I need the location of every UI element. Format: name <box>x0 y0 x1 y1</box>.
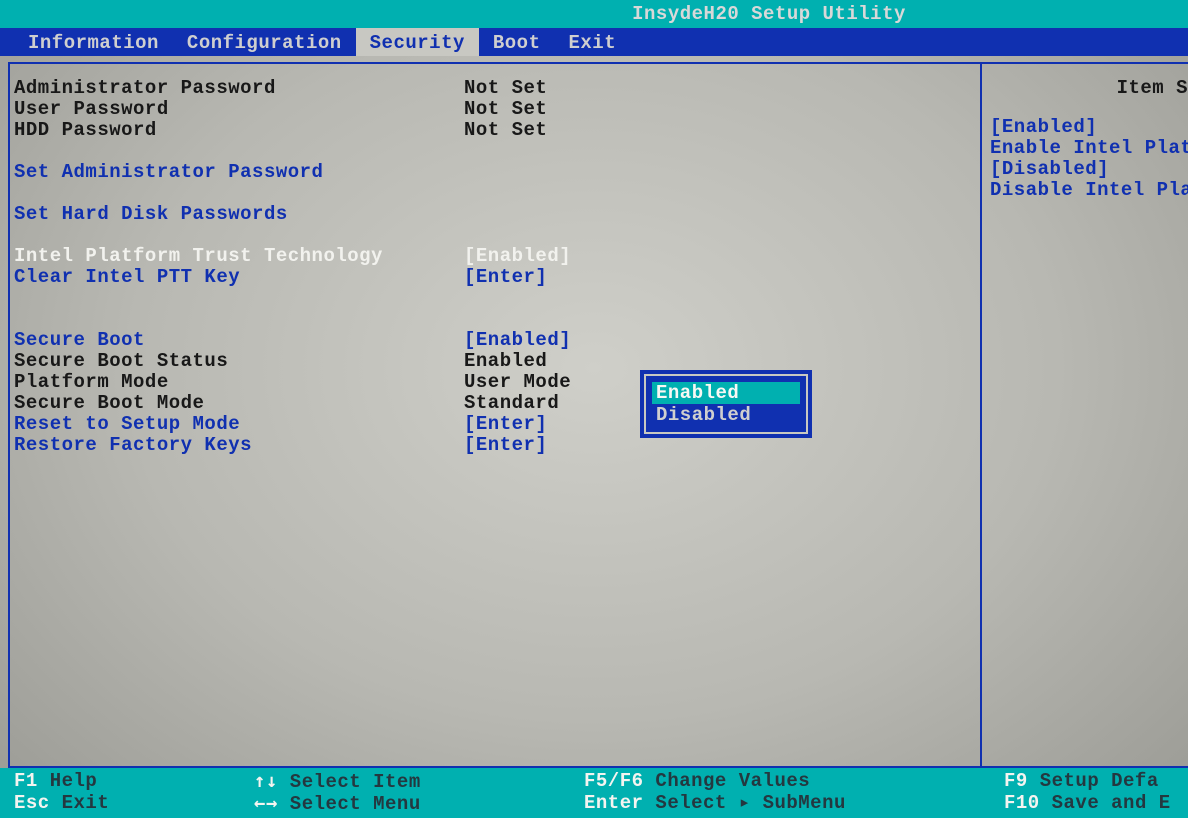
tab-exit[interactable]: Exit <box>554 28 630 56</box>
key-leftright: ←→ <box>254 792 278 814</box>
tab-security[interactable]: Security <box>356 28 479 56</box>
footer-bar: F1 Help ↑↓ Select Item F5/F6 Change Valu… <box>0 768 1188 818</box>
menu-bar: Information Configuration Security Boot … <box>0 28 1188 56</box>
key-f10: F10 <box>1004 792 1040 814</box>
platform-mode-label: Platform Mode <box>14 372 464 393</box>
set-hdd-passwords-action[interactable]: Set Hard Disk Passwords <box>14 204 464 225</box>
key-enter: Enter <box>584 792 644 814</box>
key-updown: ↑↓ <box>254 770 278 792</box>
secure-boot-label[interactable]: Secure Boot <box>14 330 464 351</box>
hint-change-values: Change Values <box>655 770 810 792</box>
hint-select-submenu: Select ▸ SubMenu <box>655 792 845 814</box>
hint-setup-defaults: Setup Defa <box>1040 770 1159 792</box>
secure-boot-value[interactable]: [Enabled] <box>464 330 571 351</box>
user-password-label: User Password <box>14 99 464 120</box>
help-title: Item S <box>990 78 1188 99</box>
admin-password-value: Not Set <box>464 78 547 99</box>
secure-boot-mode-label: Secure Boot Mode <box>14 393 464 414</box>
hdd-password-label: HDD Password <box>14 120 464 141</box>
reset-setup-mode-label[interactable]: Reset to Setup Mode <box>14 414 464 435</box>
user-password-value: Not Set <box>464 99 547 120</box>
settings-list: Administrator Password Not Set User Pass… <box>14 78 974 456</box>
popup-option-enabled[interactable]: Enabled <box>652 382 800 404</box>
key-f5f6: F5/F6 <box>584 770 644 792</box>
value-popup[interactable]: Enabled Disabled <box>640 370 812 438</box>
tab-information[interactable]: Information <box>14 28 173 56</box>
hint-exit: Exit <box>62 792 110 814</box>
set-admin-password-action[interactable]: Set Administrator Password <box>14 162 464 183</box>
platform-mode-value: User Mode <box>464 372 571 393</box>
tab-configuration[interactable]: Configuration <box>173 28 356 56</box>
admin-password-label: Administrator Password <box>14 78 464 99</box>
help-line-3: [Disabled] <box>990 159 1188 180</box>
secure-boot-status-label: Secure Boot Status <box>14 351 464 372</box>
bios-screen: InsydeH20 Setup Utility Information Conf… <box>0 0 1188 818</box>
app-title: InsydeH20 Setup Utility <box>282 0 906 28</box>
panel-divider <box>980 62 982 768</box>
help-line-2: Enable Intel Plat <box>990 138 1188 159</box>
help-line-1: [Enabled] <box>990 117 1188 138</box>
reset-setup-mode-value[interactable]: [Enter] <box>464 414 547 435</box>
key-esc: Esc <box>14 792 50 814</box>
help-line-4: Disable Intel Pla <box>990 180 1188 201</box>
title-bar: InsydeH20 Setup Utility <box>0 0 1188 28</box>
popup-option-disabled[interactable]: Disabled <box>652 404 800 426</box>
tab-boot[interactable]: Boot <box>479 28 555 56</box>
hint-help: Help <box>50 770 98 792</box>
hint-select-item: Select Item <box>290 771 421 793</box>
intel-ptt-value[interactable]: [Enabled] <box>464 246 571 267</box>
key-f9: F9 <box>1004 770 1028 792</box>
hint-select-menu: Select Menu <box>290 793 421 815</box>
hdd-password-value: Not Set <box>464 120 547 141</box>
clear-ptt-key-value[interactable]: [Enter] <box>464 267 547 288</box>
hint-save-exit: Save and E <box>1052 792 1171 814</box>
restore-factory-keys-label[interactable]: Restore Factory Keys <box>14 435 464 456</box>
help-panel: Item S [Enabled] Enable Intel Plat [Disa… <box>990 78 1188 201</box>
secure-boot-mode-value: Standard <box>464 393 559 414</box>
secure-boot-status-value: Enabled <box>464 351 547 372</box>
intel-ptt-label[interactable]: Intel Platform Trust Technology <box>14 246 464 267</box>
clear-ptt-key-label[interactable]: Clear Intel PTT Key <box>14 267 464 288</box>
restore-factory-keys-value[interactable]: [Enter] <box>464 435 547 456</box>
key-f1: F1 <box>14 770 38 792</box>
